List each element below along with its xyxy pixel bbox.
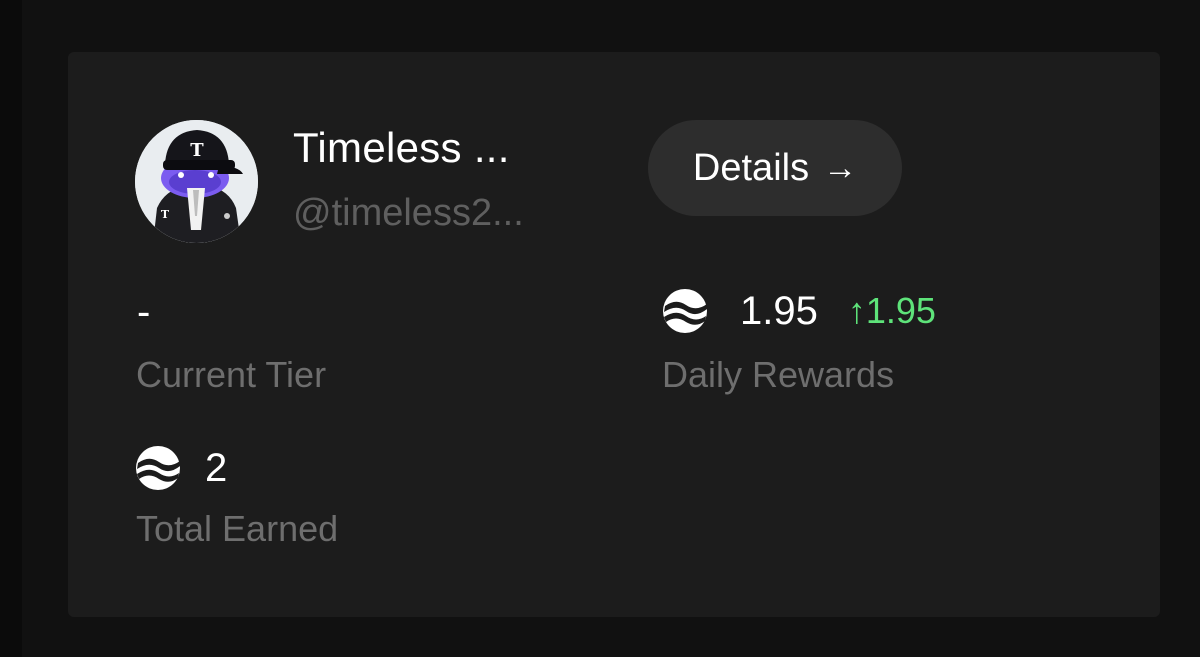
daily-rewards-label: Daily Rewards <box>662 354 895 395</box>
total-earned-label: Total Earned <box>136 508 339 549</box>
page: T T Timeless ... @timeless2... Details →… <box>0 0 1200 657</box>
avatar-jacket-letter: T <box>161 208 170 221</box>
arrow-right-icon: → <box>823 149 858 187</box>
current-tier-label: Current Tier <box>136 354 327 395</box>
token-icon <box>135 445 181 491</box>
details-button[interactable]: Details → <box>648 120 902 216</box>
token-icon <box>662 288 708 334</box>
total-earned-row: 2 <box>135 445 227 491</box>
current-tier-value: - <box>137 290 151 334</box>
avatar[interactable]: T T <box>135 120 258 243</box>
avatar-image: T T <box>135 120 258 243</box>
daily-rewards-delta: ↑1.95 <box>847 290 936 331</box>
total-earned-value: 2 <box>205 445 228 490</box>
profile-handle: @timeless2... <box>293 192 524 234</box>
daily-rewards-row: 1.95 ↑1.95 <box>662 288 936 334</box>
profile-name[interactable]: Timeless ... <box>293 124 510 172</box>
details-button-label: Details <box>692 146 810 189</box>
avatar-cap-letter: T <box>190 140 204 161</box>
daily-rewards-value: 1.95 <box>740 288 818 333</box>
